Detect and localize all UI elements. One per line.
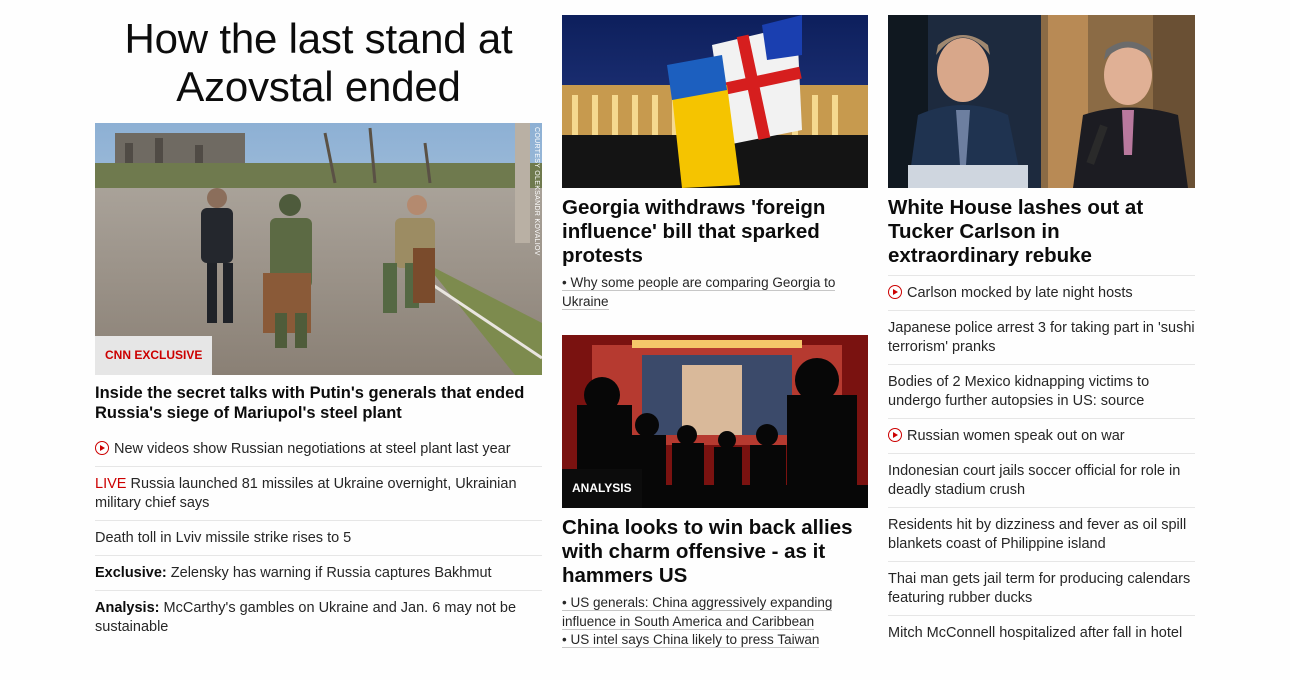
carlson-headline[interactable]: White House lashes out at Tucker Carlson… bbox=[888, 196, 1195, 268]
list-item[interactable]: • US generals: China aggressively expand… bbox=[562, 594, 868, 631]
china-headline[interactable]: China looks to win back allies with char… bbox=[562, 516, 868, 588]
azovstal-image[interactable]: COURTESY OLEKSANDR KOVALIOV CNN EXCLUSIV… bbox=[95, 123, 542, 375]
lead-headline[interactable]: Inside the secret talks with Putin's gen… bbox=[95, 383, 542, 423]
hero-title[interactable]: How the last stand at Azovstal ended bbox=[95, 15, 542, 111]
china-bullets: • US generals: China aggressively expand… bbox=[562, 594, 868, 650]
list-item[interactable]: Death toll in Lviv missile strike rises … bbox=[95, 520, 542, 555]
exclusive-prefix: Exclusive: bbox=[95, 565, 167, 581]
carlson-mccarthy-image[interactable] bbox=[888, 15, 1195, 188]
list-item[interactable]: Carlson mocked by late night hosts bbox=[888, 275, 1195, 310]
lead-related-list: New videos show Russian negotiations at … bbox=[95, 432, 542, 644]
right-column: White House lashes out at Tucker Carlson… bbox=[888, 0, 1195, 650]
list-item[interactable]: Japanese police arrest 3 for taking part… bbox=[888, 310, 1195, 364]
list-item[interactable]: Mitch McConnell hospitalized after fall … bbox=[888, 615, 1195, 650]
live-badge: LIVE bbox=[95, 476, 127, 492]
play-icon bbox=[888, 285, 902, 299]
list-item[interactable]: Thai man gets jail term for producing ca… bbox=[888, 561, 1195, 615]
list-item[interactable]: Russian women speak out on war bbox=[888, 418, 1195, 453]
georgia-protest-image[interactable] bbox=[562, 15, 868, 188]
lead-column: How the last stand at Azovstal ended COU… bbox=[95, 0, 542, 644]
analysis-badge: ANALYSIS bbox=[562, 469, 642, 508]
analysis-prefix: Analysis: bbox=[95, 600, 160, 616]
list-item[interactable]: New videos show Russian negotiations at … bbox=[95, 432, 542, 466]
list-item[interactable]: Analysis: McCarthy's gambles on Ukraine … bbox=[95, 590, 542, 644]
play-icon bbox=[888, 428, 902, 442]
china-image[interactable]: ANALYSIS bbox=[562, 335, 868, 508]
list-item[interactable]: • US intel says China likely to press Ta… bbox=[562, 631, 868, 650]
list-item[interactable]: Residents hit by dizziness and fever as … bbox=[888, 507, 1195, 561]
list-item[interactable]: Bodies of 2 Mexico kidnapping victims to… bbox=[888, 364, 1195, 418]
list-item[interactable]: Exclusive: Zelensky has warning if Russi… bbox=[95, 555, 542, 590]
image-credit: COURTESY OLEKSANDR KOVALIOV bbox=[533, 127, 540, 256]
play-icon bbox=[95, 441, 109, 455]
middle-column: Georgia withdraws 'foreign influence' bi… bbox=[562, 0, 868, 650]
list-item[interactable]: Indonesian court jails soccer official f… bbox=[888, 453, 1195, 507]
list-item[interactable]: LIVE Russia launched 81 missiles at Ukra… bbox=[95, 466, 542, 520]
georgia-headline[interactable]: Georgia withdraws 'foreign influence' bi… bbox=[562, 196, 868, 268]
georgia-bullets: • Why some people are comparing Georgia … bbox=[562, 274, 868, 311]
right-related-list: Carlson mocked by late night hosts Japan… bbox=[888, 275, 1195, 650]
cnn-exclusive-badge: CNN EXCLUSIVE bbox=[95, 336, 213, 375]
list-item[interactable]: • Why some people are comparing Georgia … bbox=[562, 274, 868, 311]
